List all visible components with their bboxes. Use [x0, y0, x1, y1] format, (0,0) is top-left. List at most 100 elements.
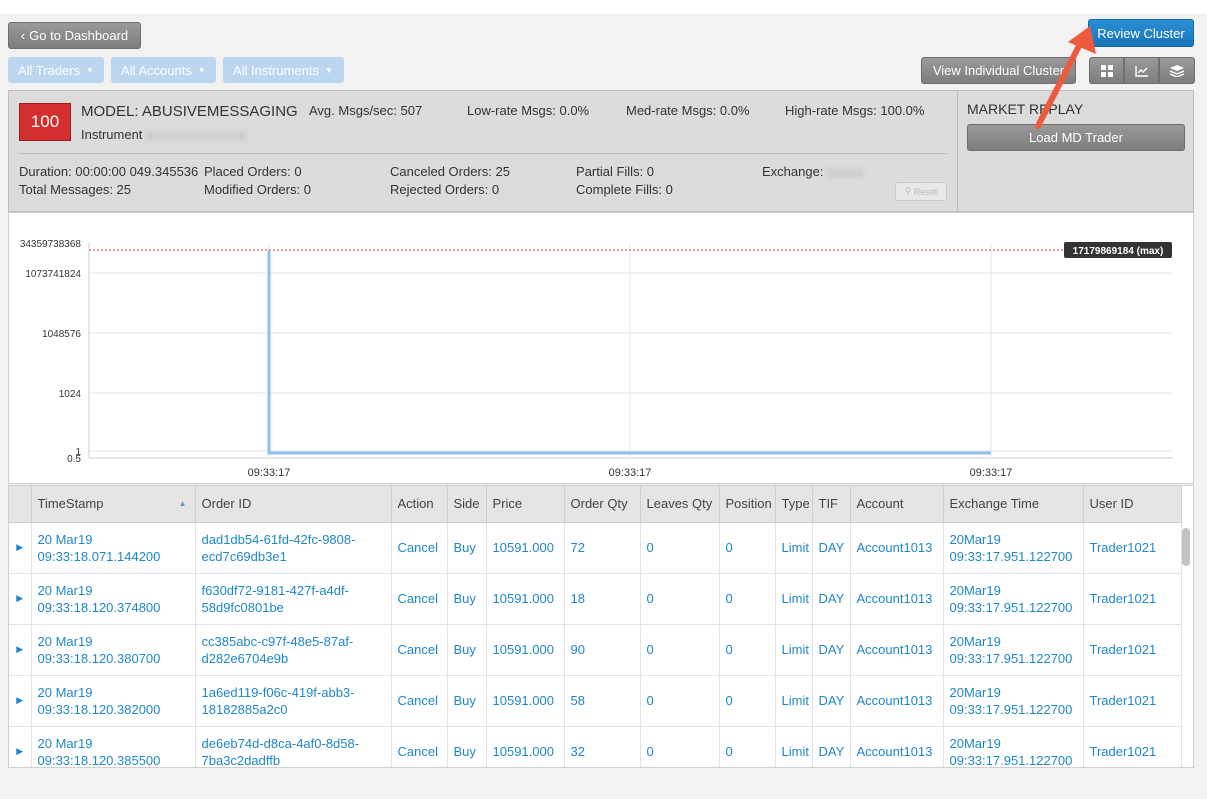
exchange-time-cell[interactable]: 20Mar19 09:33:17.951.122700: [943, 726, 1084, 767]
instruments-filter[interactable]: All Instruments ▼: [223, 57, 344, 83]
table-row[interactable]: ▶ 20 Mar19 09:33:18.120.374800 f630df72-918…: [9, 573, 1182, 625]
table-row[interactable]: ▶ 20 Mar19 09:33:18.120.385500 de6eb74d-d8c…: [9, 726, 1182, 767]
column-header[interactable]: User ID: [1083, 486, 1182, 523]
position-cell[interactable]: 0: [719, 675, 776, 727]
price-cell[interactable]: 10591.000: [486, 675, 565, 727]
column-header[interactable]: Leaves Qty: [640, 486, 720, 523]
tif-cell[interactable]: DAY: [812, 522, 851, 574]
side-cell[interactable]: Buy: [447, 522, 487, 574]
exchange-time-cell[interactable]: 20Mar19 09:33:17.951.122700: [943, 675, 1084, 727]
order-qty-cell[interactable]: 58: [564, 675, 641, 727]
column-header[interactable]: Account: [850, 486, 944, 523]
column-header[interactable]: Side: [447, 486, 487, 523]
timestamp-cell[interactable]: 20 Mar19 09:33:18.120.382000: [31, 675, 196, 727]
grid-view-button[interactable]: [1089, 57, 1124, 84]
tif-cell[interactable]: DAY: [812, 573, 851, 625]
review-cluster-button[interactable]: Review Cluster: [1088, 19, 1194, 47]
column-header[interactable]: Position: [719, 486, 776, 523]
user-id-cell[interactable]: Trader1021: [1083, 726, 1182, 767]
exchange-time-cell[interactable]: 20Mar19 09:33:17.951.122700: [943, 522, 1084, 574]
chart-view-button[interactable]: [1124, 57, 1159, 84]
type-cell[interactable]: Limit: [775, 573, 813, 625]
leaves-qty-cell[interactable]: 0: [640, 726, 720, 767]
order-qty-cell[interactable]: 32: [564, 726, 641, 767]
layers-view-button[interactable]: [1159, 57, 1195, 84]
account-cell[interactable]: Account1013: [850, 573, 944, 625]
action-cell[interactable]: Cancel: [391, 522, 448, 574]
timestamp-cell[interactable]: 20 Mar19 09:33:18.071.144200: [31, 522, 196, 574]
account-cell[interactable]: Account1013: [850, 624, 944, 676]
expand-row-icon[interactable]: ▶: [9, 675, 32, 727]
side-cell[interactable]: Buy: [447, 573, 487, 625]
position-cell[interactable]: 0: [719, 624, 776, 676]
account-cell[interactable]: Account1013: [850, 675, 944, 727]
action-cell[interactable]: Cancel: [391, 624, 448, 676]
side-cell[interactable]: Buy: [447, 675, 487, 727]
table-scrollbar[interactable]: [1182, 528, 1190, 566]
leaves-qty-cell[interactable]: 0: [640, 573, 720, 625]
action-cell[interactable]: Cancel: [391, 726, 448, 767]
order-id-cell[interactable]: f630df72-9181-427f-a4df- 58d9fc0801be: [195, 573, 392, 625]
expand-row-icon[interactable]: ▶: [9, 726, 32, 767]
tif-cell[interactable]: DAY: [812, 624, 851, 676]
type-cell[interactable]: Limit: [775, 675, 813, 727]
user-id-cell[interactable]: Trader1021: [1083, 624, 1182, 676]
column-header[interactable]: Order Qty: [564, 486, 641, 523]
column-header[interactable]: Exchange Time: [943, 486, 1084, 523]
order-id-cell[interactable]: de6eb74d-d8ca-4af0-8d58- 7ba3c2dadffb: [195, 726, 392, 767]
column-header[interactable]: TimeStamp ▲: [31, 486, 196, 523]
tif-cell[interactable]: DAY: [812, 675, 851, 727]
leaves-qty-cell[interactable]: 0: [640, 624, 720, 676]
view-individual-cluster-button[interactable]: View Individual Cluster: [921, 57, 1076, 84]
order-id-cell[interactable]: 1a6ed119-f06c-419f-abb3- 18182885a2c0: [195, 675, 392, 727]
column-header[interactable]: Price: [486, 486, 565, 523]
go-to-dashboard-button[interactable]: ‹ Go to Dashboard: [8, 22, 141, 49]
user-id-cell[interactable]: Trader1021: [1083, 573, 1182, 625]
order-qty-cell[interactable]: 18: [564, 573, 641, 625]
order-id-cell[interactable]: dad1db54-61fd-42fc-9808- ecd7c69db3e1: [195, 522, 392, 574]
load-md-trader-button[interactable]: Load MD Trader: [967, 124, 1185, 151]
column-header[interactable]: Order ID: [195, 486, 392, 523]
user-id-cell[interactable]: Trader1021: [1083, 675, 1182, 727]
order-qty-cell[interactable]: 90: [564, 624, 641, 676]
side-cell[interactable]: Buy: [447, 624, 487, 676]
accounts-filter[interactable]: All Accounts ▼: [111, 57, 216, 83]
price-cell[interactable]: 10591.000: [486, 624, 565, 676]
column-header[interactable]: Action: [391, 486, 448, 523]
type-cell[interactable]: Limit: [775, 522, 813, 574]
column-header[interactable]: Type: [775, 486, 813, 523]
position-cell[interactable]: 0: [719, 522, 776, 574]
exchange-time-cell[interactable]: 20Mar19 09:33:17.951.122700: [943, 573, 1084, 625]
position-cell[interactable]: 0: [719, 573, 776, 625]
expand-row-icon[interactable]: ▶: [9, 522, 32, 574]
action-cell[interactable]: Cancel: [391, 573, 448, 625]
table-row[interactable]: ▶ 20 Mar19 09:33:18.120.382000 1a6ed119-f06…: [9, 675, 1182, 727]
expand-row-icon[interactable]: ▶: [9, 624, 32, 676]
reset-button[interactable]: ⚲ Reset: [895, 182, 947, 201]
leaves-qty-cell[interactable]: 0: [640, 522, 720, 574]
tif-cell[interactable]: DAY: [812, 726, 851, 767]
account-cell[interactable]: Account1013: [850, 522, 944, 574]
leaves-qty-cell[interactable]: 0: [640, 675, 720, 727]
table-row[interactable]: ▶ 20 Mar19 09:33:18.120.380700 cc385abc-c97…: [9, 624, 1182, 676]
price-cell[interactable]: 10591.000: [486, 522, 565, 574]
account-cell[interactable]: Account1013: [850, 726, 944, 767]
position-cell[interactable]: 0: [719, 726, 776, 767]
timestamp-cell[interactable]: 20 Mar19 09:33:18.120.374800: [31, 573, 196, 625]
type-cell[interactable]: Limit: [775, 624, 813, 676]
timestamp-cell[interactable]: 20 Mar19 09:33:18.120.385500: [31, 726, 196, 767]
traders-filter[interactable]: All Traders ▼: [8, 57, 104, 83]
order-id-cell[interactable]: cc385abc-c97f-48e5-87af-d282e6704e9b: [195, 624, 392, 676]
timestamp-cell[interactable]: 20 Mar19 09:33:18.120.380700: [31, 624, 196, 676]
column-header[interactable]: TIF: [812, 486, 851, 523]
price-cell[interactable]: 10591.000: [486, 726, 565, 767]
order-qty-cell[interactable]: 72: [564, 522, 641, 574]
side-cell[interactable]: Buy: [447, 726, 487, 767]
table-row[interactable]: ▶ 20 Mar19 09:33:18.071.144200 dad1db54-61f…: [9, 522, 1182, 574]
exchange-time-cell[interactable]: 20Mar19 09:33:17.951.122700: [943, 624, 1084, 676]
expand-row-icon[interactable]: ▶: [9, 573, 32, 625]
type-cell[interactable]: Limit: [775, 726, 813, 767]
price-cell[interactable]: 10591.000: [486, 573, 565, 625]
action-cell[interactable]: Cancel: [391, 675, 448, 727]
user-id-cell[interactable]: Trader1021: [1083, 522, 1182, 574]
